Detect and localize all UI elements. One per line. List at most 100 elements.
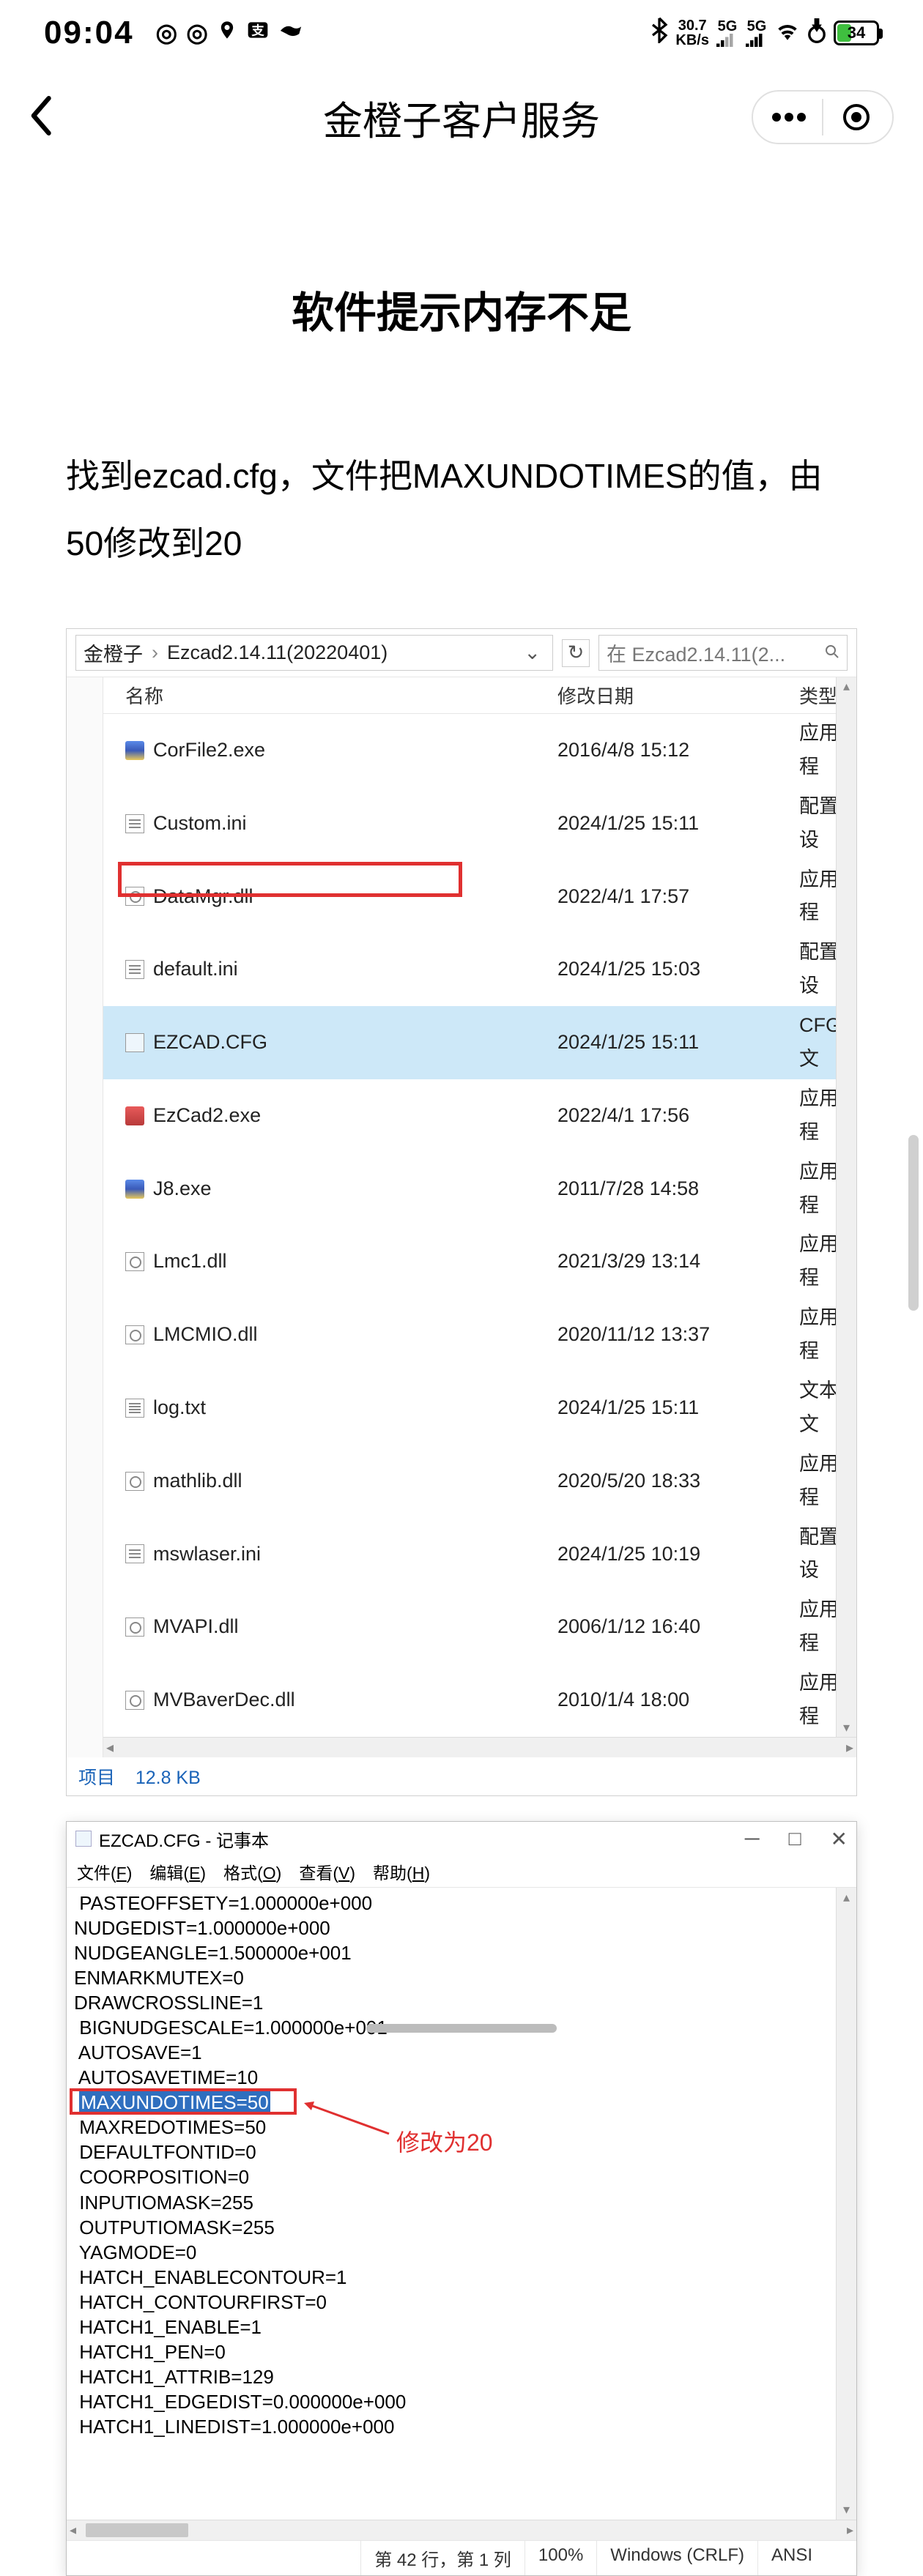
file-name: LMCMIO.dll (153, 1318, 258, 1352)
app-header: 金橙子客户服务 (0, 66, 923, 168)
signal-2-label: 5G (747, 19, 767, 34)
scrollbar-vertical[interactable]: ▴ ▾ (836, 677, 856, 1737)
menu-help[interactable]: 帮助(H) (373, 1859, 430, 1884)
menu-file[interactable]: 文件(F) (77, 1859, 132, 1884)
scroll-right-icon[interactable]: ▸ (846, 1738, 853, 1757)
selected-text: MAXUNDOTIMES=50 (79, 2090, 270, 2115)
menu-edit[interactable]: 编辑(E) (149, 1859, 206, 1884)
file-name: CorFile2.exe (153, 734, 265, 767)
col-name[interactable]: 名称 (103, 682, 557, 709)
file-icon (125, 741, 144, 760)
article-title: 软件提示内存不足 (66, 278, 857, 340)
file-date: 2016/4/8 15:12 (557, 734, 799, 767)
close-window-button[interactable]: ✕ (831, 1827, 848, 1851)
explorer-address-bar: 金橙子 › Ezcad2.14.11(20220401) ⌄ ↻ 在 Ezcad… (67, 629, 856, 677)
file-row[interactable]: Lmc1.dll2021/3/29 13:14应用程 (103, 1225, 856, 1298)
file-date: 2022/4/1 17:56 (557, 1099, 799, 1133)
file-row[interactable]: LMCMIO.dll2020/11/12 13:37应用程 (103, 1298, 856, 1371)
file-date: 2024/1/25 15:11 (557, 1026, 799, 1060)
file-row[interactable]: mswlaser.ini2024/1/25 10:19配置设 (103, 1518, 856, 1591)
file-row[interactable]: EzCad2.exe2022/4/1 17:56应用程 (103, 1079, 856, 1153)
status-zoom: 100% (524, 2541, 596, 2575)
crumb-sep: › (152, 641, 158, 664)
file-row[interactable]: EZCAD.CFG2024/1/25 15:11CFG 文 (103, 1006, 856, 1079)
file-date: 2024/1/25 15:11 (557, 1391, 799, 1425)
signal-1: 5G (716, 19, 738, 47)
scroll-left-icon[interactable]: ◂ (106, 1738, 114, 1757)
status-eol: Windows (CRLF) (596, 2541, 757, 2575)
file-row[interactable]: mathlib.dll2020/5/20 18:33应用程 (103, 1445, 856, 1518)
file-name: Lmc1.dll (153, 1245, 227, 1278)
maximize-button[interactable]: □ (789, 1827, 801, 1851)
np-scrollbar-vertical[interactable]: ▴ ▾ (836, 1888, 856, 2520)
file-date: 2010/1/4 18:00 (557, 1683, 799, 1717)
bluetooth-icon (650, 17, 668, 50)
text-line: INPUTIOMASK=255 (74, 2190, 849, 2215)
scroll-thumb[interactable] (86, 2523, 188, 2537)
col-date[interactable]: 修改日期 (557, 682, 799, 709)
text-line: HATCH_CONTOURFIRST=0 (74, 2290, 849, 2315)
scroll-left-icon[interactable]: ◂ (70, 2523, 76, 2538)
page-title: 金橙子客户服务 (323, 89, 600, 146)
notepad-body[interactable]: PASTEOFFSETY=1.000000e+000NUDGEDIST=1.00… (67, 1888, 856, 2520)
scroll-up-icon[interactable]: ▴ (843, 1889, 850, 1907)
file-icon (125, 1325, 144, 1344)
file-row[interactable]: J8.exe2011/7/28 14:58应用程 (103, 1153, 856, 1226)
file-icon (125, 1252, 144, 1271)
explorer-sidebar (67, 677, 103, 1757)
text-line: HATCH1_ENABLE=1 (74, 2315, 849, 2339)
article-content: 软件提示内存不足 找到ezcad.cfg，文件把MAXUNDOTIMES的值，由… (0, 168, 923, 2576)
text-line: AUTOSAVE=1 (74, 2040, 849, 2065)
text-line: NUDGEANGLE=1.500000e+001 (74, 1940, 849, 1965)
more-button[interactable] (756, 112, 822, 122)
file-row[interactable]: DataMgr.dll2022/4/1 17:57应用程 (103, 860, 856, 934)
scroll-down-icon[interactable]: ▾ (843, 1720, 850, 1735)
app-icon-3: 支 (246, 18, 270, 48)
search-placeholder: 在 Ezcad2.14.11(2... (607, 639, 785, 667)
search-icon (825, 641, 839, 664)
file-row[interactable]: Custom.ini2024/1/25 15:11配置设 (103, 787, 856, 860)
file-row[interactable]: default.ini2024/1/25 15:03配置设 (103, 933, 856, 1006)
home-indicator[interactable] (366, 2024, 557, 2033)
explorer-search[interactable]: 在 Ezcad2.14.11(2... (598, 635, 848, 671)
close-button[interactable] (823, 103, 889, 132)
app-icon-1: ◎ (156, 18, 178, 48)
file-date: 2021/3/29 13:14 (557, 1245, 799, 1278)
refresh-button[interactable]: ↻ (562, 639, 590, 667)
file-date: 2024/1/25 15:11 (557, 807, 799, 841)
notepad-titlebar: EZCAD.CFG - 记事本 ─ □ ✕ (67, 1822, 856, 1856)
address-dropdown-icon[interactable]: ⌄ (519, 641, 545, 664)
annotation-text: 修改为20 (396, 2128, 493, 2159)
status-right: 30.7 KB/s 5G 5G 34 (650, 17, 879, 50)
page-scrollbar[interactable] (908, 1135, 919, 1311)
scroll-right-icon[interactable]: ▸ (847, 2523, 853, 2538)
minimize-button[interactable]: ─ (745, 1827, 760, 1851)
file-row[interactable]: MVBaverDec.dll2010/1/4 18:00应用程 (103, 1664, 856, 1737)
battery-pct: 34 (848, 23, 865, 42)
file-icon (125, 1472, 144, 1491)
scroll-up-icon[interactable]: ▴ (843, 679, 850, 694)
article-instruction: 找到ezcad.cfg，文件把MAXUNDOTIMES的值，由50修改到20 (66, 442, 857, 577)
file-name: log.txt (153, 1391, 206, 1425)
explorer-footer: 项目 12.8 KB (67, 1757, 856, 1795)
crumb-1[interactable]: 金橙子 (84, 639, 143, 667)
file-name: Custom.ini (153, 807, 247, 841)
file-row[interactable]: MVAPI.dll2006/1/12 16:40应用程 (103, 1590, 856, 1664)
status-position: 第 42 行，第 1 列 (360, 2541, 524, 2575)
crumb-2[interactable]: Ezcad2.14.11(20220401) (167, 641, 388, 664)
scroll-down-icon[interactable]: ▾ (843, 2501, 850, 2519)
file-date: 2024/1/25 15:03 (557, 953, 799, 986)
np-scrollbar-horizontal[interactable]: ◂ ▸ (67, 2520, 856, 2540)
file-date: 2006/1/12 16:40 (557, 1610, 799, 1644)
file-icon (125, 1691, 144, 1710)
scrollbar-horizontal[interactable]: ◂ ▸ (103, 1737, 856, 1757)
back-button[interactable] (29, 96, 54, 139)
file-name: DataMgr.dll (153, 880, 253, 914)
file-row[interactable]: log.txt2024/1/25 15:11文本文 (103, 1371, 856, 1445)
menu-format[interactable]: 格式(O) (223, 1859, 281, 1884)
menu-view[interactable]: 查看(V) (299, 1859, 355, 1884)
file-row[interactable]: CorFile2.exe2016/4/8 15:12应用程 (103, 714, 856, 787)
file-icon (125, 960, 144, 979)
text-line: HATCH1_ATTRIB=129 (74, 2364, 849, 2389)
breadcrumb[interactable]: 金橙子 › Ezcad2.14.11(20220401) ⌄ (75, 635, 553, 671)
